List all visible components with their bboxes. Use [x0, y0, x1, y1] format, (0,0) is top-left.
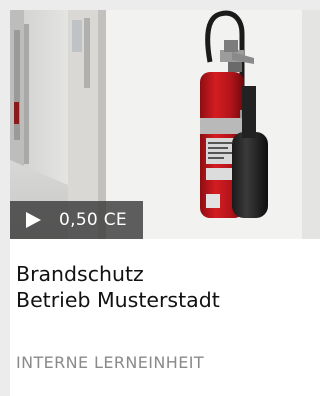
course-title[interactable]: Brandschutz Betrieb Musterstadt — [16, 261, 220, 313]
course-card[interactable]: 0,50 CE Brandschutz Betrieb Musterstadt … — [10, 10, 320, 396]
course-type-label: INTERNE LERNEINHEIT — [16, 353, 204, 372]
course-title-line2: Betrieb Musterstadt — [16, 288, 220, 312]
play-icon[interactable] — [26, 212, 41, 228]
credits-badge: 0,50 CE — [10, 201, 143, 239]
credits-label: 0,50 CE — [59, 210, 127, 230]
course-title-line1: Brandschutz — [16, 262, 144, 286]
course-thumbnail[interactable]: 0,50 CE — [10, 10, 320, 239]
